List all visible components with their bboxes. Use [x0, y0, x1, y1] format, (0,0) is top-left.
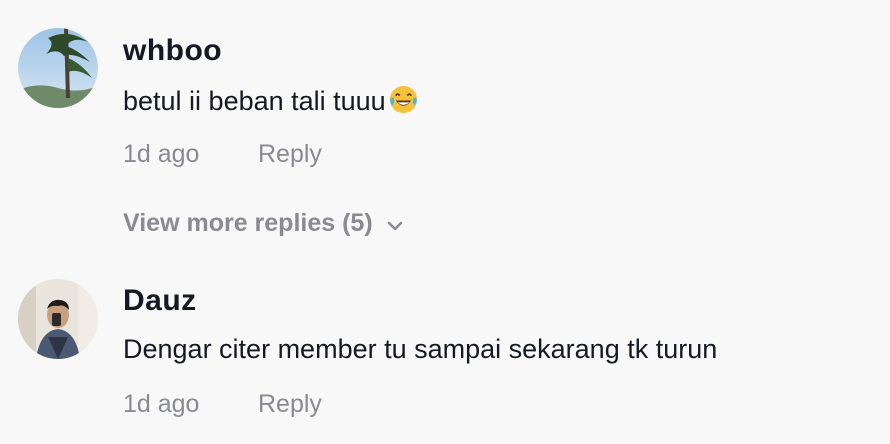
view-more-replies-label: View more replies (5) — [123, 209, 373, 237]
avatar[interactable] — [18, 28, 98, 108]
reply-button[interactable]: Reply — [258, 140, 322, 169]
comment-text: betul ii beban tali tuuu — [123, 84, 419, 117]
avatar[interactable] — [18, 279, 98, 359]
comment-username[interactable]: Dauz — [123, 284, 197, 318]
comment-timestamp: 1d ago — [123, 390, 200, 418]
reply-button[interactable]: Reply — [258, 390, 322, 419]
comment-username[interactable]: whboo — [123, 34, 222, 68]
chevron-down-icon — [385, 214, 405, 234]
comment-text-content: betul ii beban tali tuuu — [123, 86, 386, 116]
face-with-tears-of-joy-icon — [388, 84, 419, 115]
view-more-replies-button[interactable]: View more replies (5) — [123, 209, 405, 238]
comment-timestamp: 1d ago — [123, 140, 200, 168]
comment-text: Dengar citer member tu sampai sekarang t… — [123, 334, 718, 364]
